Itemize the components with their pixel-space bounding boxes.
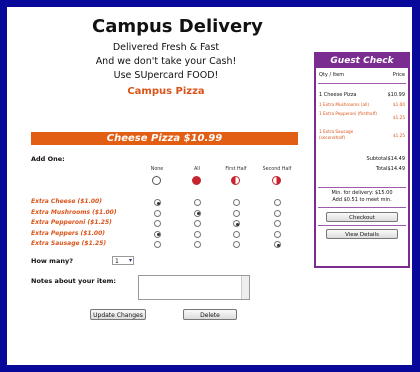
coverage-all-icon [192,176,201,185]
topping-radio-second-half[interactable] [274,209,281,217]
topping-radio-all[interactable] [194,209,201,217]
tagline-3: Use SUpercard FOOD! [113,70,219,81]
coverage-none-icon [152,176,161,185]
guest-check-extra-1: 1 Extra Mushrooms (all) [319,102,369,107]
topping-radio-first-half[interactable] [233,199,240,206]
notes-textarea[interactable] [138,275,250,300]
topping-radio-second-half[interactable] [274,199,281,206]
col-header-second-half: Second Half [262,167,292,172]
guest-check-panel: Guest Check Qty / Item Price 1 Cheese Pi… [314,52,410,268]
topping-label: Extra Sausage ($1.25) [31,240,107,247]
topping-radio-first-half[interactable] [233,241,240,248]
update-changes-button[interactable]: Update Changes [90,309,146,320]
topping-radio-none[interactable] [154,230,161,238]
topping-radio-none[interactable] [154,241,161,248]
topping-radio-second-half[interactable] [274,241,281,248]
topping-radio-all[interactable] [194,230,201,238]
notes-scrollbar[interactable] [241,276,249,299]
guest-check-divider-4 [318,225,406,226]
guest-check-extra-1-price: $1.00 [393,102,405,107]
guest-check-extra-3: 1 Extra Sausage (secondhalf) [319,129,354,140]
topping-label: Extra Peppers ($1.00) [31,229,105,237]
topping-label: Extra Pepperoni ($1.25) [31,219,112,226]
delivery-remaining-note: Add $0.51 to meet min. [332,197,392,203]
guest-check-item: 1 Cheese Pizza [319,92,357,98]
topping-radio-none[interactable] [154,199,161,206]
tagline-1: Delivered Fresh & Fast [112,42,220,53]
topping-radio-second-half[interactable] [274,220,281,227]
coverage-second-half-icon [272,176,281,185]
topping-radio-second-half[interactable] [274,230,281,238]
guest-check-col-price: Price [392,72,405,78]
guest-check-item-price: $10.99 [387,92,406,98]
guest-check-extra-2-price: $1.25 [393,115,405,120]
guest-check-title: Guest Check [316,54,408,68]
how-many-label: How many? [31,257,73,265]
guest-check-divider [318,83,406,84]
guest-check-col-item: Qty / Item [319,72,345,78]
add-one-label: Add One: [31,155,65,163]
page-title: Campus Delivery [92,16,263,37]
guest-check-total: Total$14.49 [375,166,405,172]
coverage-first-half-icon [231,176,240,185]
topping-radio-all[interactable] [194,220,201,227]
view-details-button[interactable]: View Details [326,229,398,239]
topping-radio-none[interactable] [154,209,161,217]
brand-name: Campus Pizza [127,86,205,97]
topping-label: Extra Cheese ($1.00) [31,198,102,205]
col-header-all: All [194,167,200,172]
topping-radio-first-half[interactable] [233,220,240,227]
guest-check-extra-2: 1 Extra Pepperoni (firsthalf) [319,111,377,116]
topping-radio-all[interactable] [194,241,201,248]
topping-radio-all[interactable] [194,199,201,206]
checkout-button[interactable]: Checkout [326,212,398,222]
delivery-minimum-note: Min. for delivery: $15.00 [331,190,393,196]
guest-check-divider-2 [318,187,406,188]
notes-label: Notes about your item: [31,277,116,285]
item-banner: Cheese Pizza $10.99 [31,132,298,145]
guest-check-extra-3-price: $1.25 [393,133,405,138]
col-header-none: None [150,167,164,172]
topping-radio-first-half[interactable] [233,209,240,217]
delete-button[interactable]: Delete [183,309,237,320]
guest-check-divider-3 [318,207,406,208]
guest-check-subtotal: Subtotal$14.49 [366,156,405,162]
quantity-select[interactable]: 1 [112,256,134,265]
topping-radio-first-half[interactable] [233,230,240,238]
col-header-first-half: First Half [225,167,247,172]
topping-label: Extra Mushrooms ($1.00) [31,208,117,216]
topping-radio-none[interactable] [154,220,161,227]
tagline-2: And we don't take your Cash! [95,56,237,67]
